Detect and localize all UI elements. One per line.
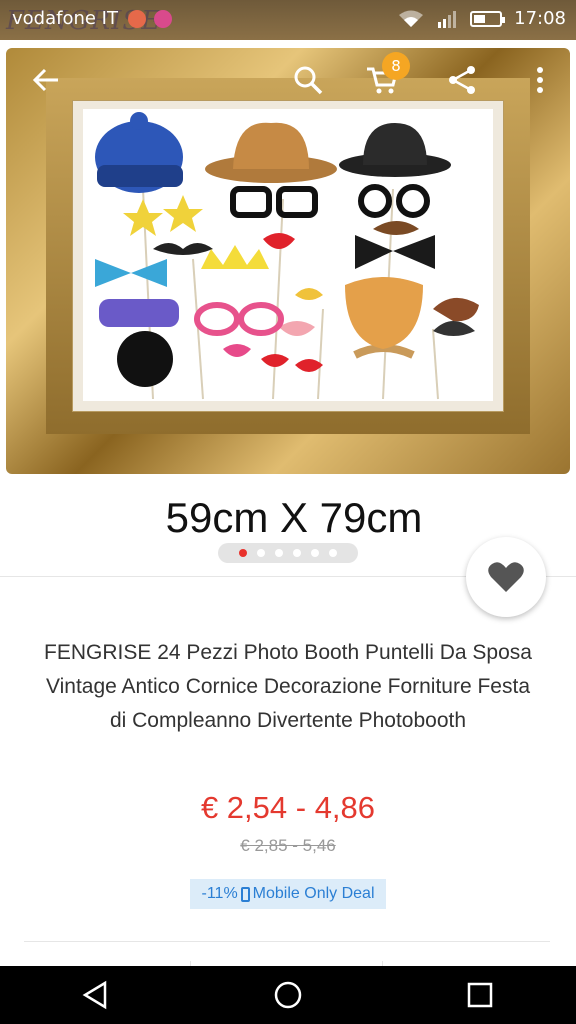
photo-booth-props (83, 109, 493, 401)
pager-dot[interactable] (239, 549, 247, 557)
gold-frame (6, 48, 570, 474)
cart-button[interactable]: 8 (360, 52, 410, 102)
android-nav-bar (0, 966, 576, 1024)
circle-home-icon (274, 981, 302, 1009)
product-title: FENGRISE 24 Pezzi Photo Booth Puntelli D… (44, 641, 532, 732)
status-bar: FENGRISE vodafone IT 17:08 (0, 0, 576, 40)
nav-back-button[interactable] (66, 970, 126, 1020)
search-icon (294, 66, 323, 95)
more-vertical-icon (537, 67, 543, 93)
nav-home-button[interactable] (258, 970, 318, 1020)
notification-icons (128, 10, 172, 28)
more-button[interactable] (518, 58, 562, 102)
pager-dot[interactable] (257, 549, 265, 557)
triangle-back-icon (82, 980, 107, 1010)
arrow-left-icon (32, 68, 58, 92)
app-notification-icon (128, 10, 146, 28)
product-price: € 2,54 - 4,86 (200, 790, 376, 825)
cart-count-badge: 8 (382, 52, 410, 80)
carrier-name: vodafone IT (12, 8, 118, 29)
props-illustration (95, 112, 479, 400)
pager-dot[interactable] (293, 549, 301, 557)
image-size-caption: 59cm X 79cm (165, 494, 423, 541)
phone-icon (240, 886, 250, 902)
mobile-deal-badge: -11% Mobile Only Deal (190, 879, 386, 909)
favorite-button[interactable] (466, 537, 546, 617)
share-icon (449, 66, 475, 94)
search-button[interactable] (286, 58, 330, 102)
deal-percent: -11% (201, 885, 238, 902)
clock: 17:08 (514, 8, 566, 29)
top-toolbar: 8 (0, 52, 576, 108)
image-pager[interactable] (218, 543, 358, 563)
deal-label: Mobile Only Deal (252, 885, 375, 902)
battery-icon (470, 10, 506, 27)
divider (24, 941, 550, 942)
square-recents-icon (467, 982, 493, 1008)
pager-dot[interactable] (329, 549, 337, 557)
nav-recents-button[interactable] (450, 970, 510, 1020)
share-button[interactable] (440, 58, 484, 102)
wifi-icon (399, 10, 424, 27)
pager-dot[interactable] (275, 549, 283, 557)
signal-icon (438, 10, 457, 28)
back-button[interactable] (24, 58, 68, 102)
pager-dot[interactable] (311, 549, 319, 557)
app-notification-icon (154, 10, 172, 28)
original-price: € 2,85 - 5,46 (240, 836, 336, 855)
heart-icon (488, 562, 524, 592)
